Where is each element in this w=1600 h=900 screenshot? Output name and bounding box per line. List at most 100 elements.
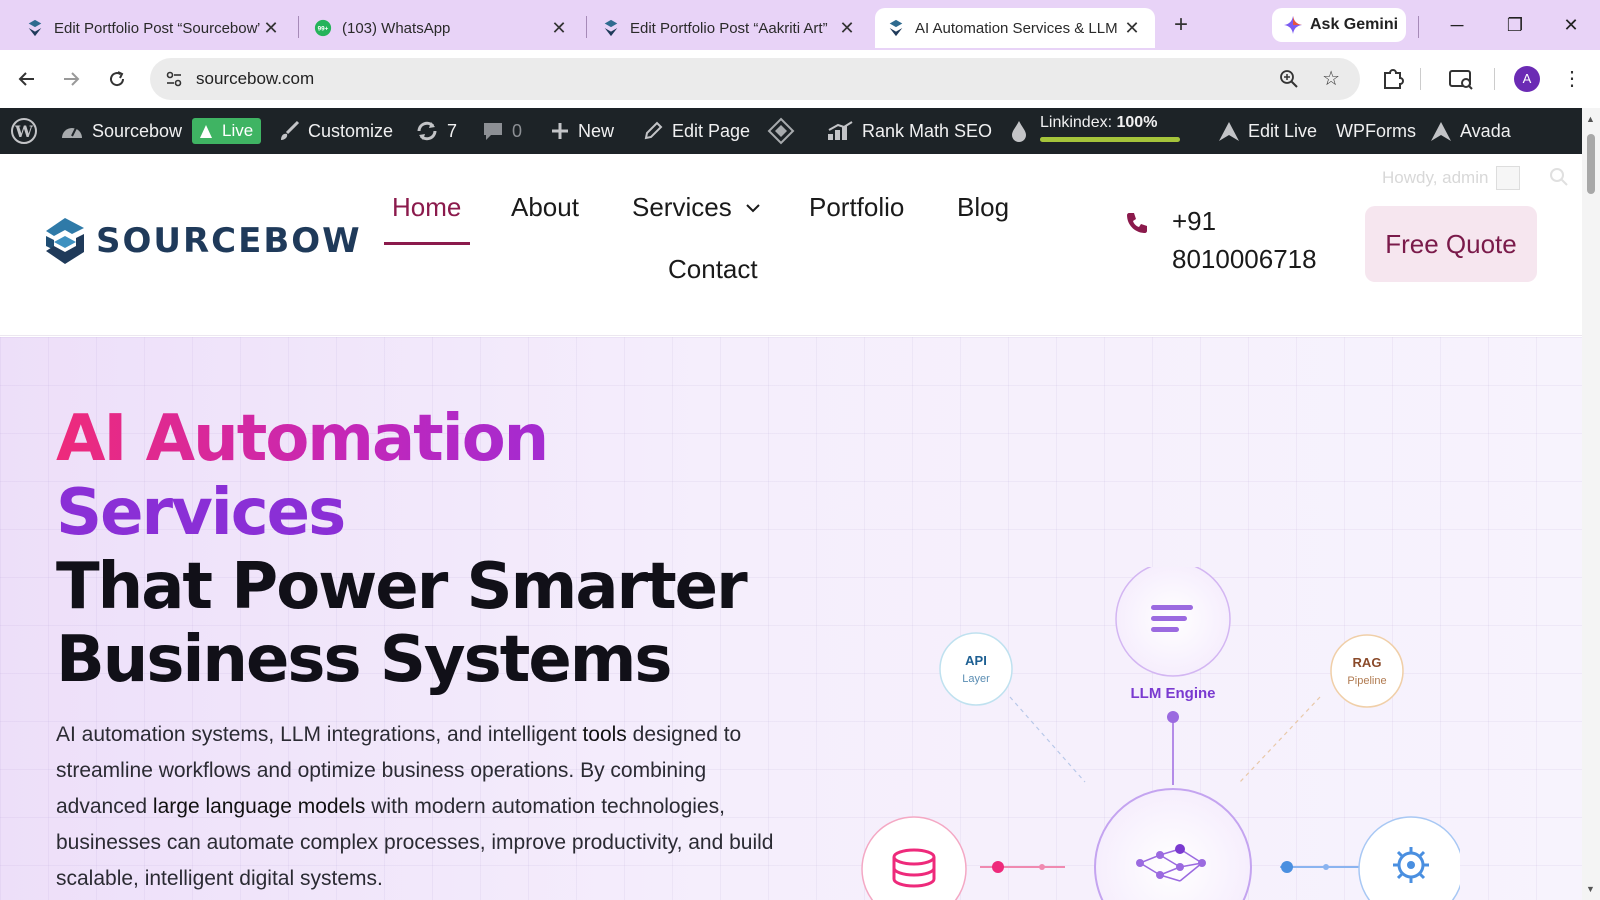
ask-gemini-button[interactable]: Ask Gemini (1272, 8, 1406, 42)
tab-close-icon[interactable]: ✕ (836, 18, 858, 39)
toolbar-separator (1494, 68, 1495, 90)
site-logo[interactable]: SOURCEBOW (42, 216, 362, 266)
tab-close-icon[interactable]: ✕ (1121, 18, 1143, 39)
site-name: Sourcebow (92, 120, 183, 141)
profile-avatar[interactable]: A (1514, 66, 1540, 92)
zoom-icon[interactable] (1278, 68, 1300, 90)
scroll-thumb[interactable] (1587, 134, 1595, 194)
browser-tab-active[interactable]: AI Automation Services & LLM ✕ (875, 8, 1155, 48)
new-content-link[interactable]: New (550, 108, 614, 154)
avada-logo-icon (1219, 122, 1239, 141)
updates-refresh-icon (417, 121, 437, 141)
live-label: Live (222, 121, 254, 140)
reload-icon (110, 71, 125, 87)
phone-number[interactable]: +91 8010006718 (1172, 202, 1332, 278)
browser-tab[interactable]: Edit Portfolio Post “Sourcebow” ✕ (14, 8, 294, 48)
header-search-icon[interactable] (1548, 166, 1570, 188)
linkindex-label: Linkindex: (1040, 114, 1113, 131)
wp-logo-button[interactable]: W (10, 108, 46, 154)
api-node-subtitle: Layer (962, 673, 990, 685)
avada-menu-link[interactable]: Avada (1430, 108, 1511, 154)
linkindex-progress-bar (1040, 137, 1180, 142)
database-node (861, 816, 967, 900)
admin-avatar (1496, 166, 1521, 190)
customize-link[interactable]: Customize (278, 108, 393, 154)
nav-services-label: Services (632, 192, 732, 222)
nav-contact[interactable]: Contact (668, 254, 758, 285)
connector-line (1009, 696, 1086, 783)
howdy-admin[interactable]: Howdy, admin (1382, 166, 1521, 190)
wpforms-link[interactable]: WPForms (1336, 108, 1416, 154)
edit-live-link[interactable]: Edit Live (1218, 108, 1317, 154)
avada-logo-icon (1431, 122, 1451, 141)
restore-button[interactable]: ❐ (1500, 10, 1530, 40)
page-scrollbar[interactable]: ▲ ▼ (1582, 108, 1600, 900)
hero-title-line-4: Business Systems (56, 623, 672, 697)
extensions-puzzle-icon[interactable] (1378, 64, 1408, 94)
browser-toolbar: sourcebow.com ☆ A ⋮ (0, 50, 1600, 108)
rank-math-chart-icon (828, 121, 853, 140)
phone-line-1: +91 (1172, 206, 1217, 236)
browser-menu-icon[interactable]: ⋮ (1562, 64, 1582, 94)
linkindex-status[interactable]: Linkindex: 100% (1040, 114, 1180, 142)
svg-text:99+: 99+ (318, 26, 329, 33)
sourcebow-logo-icon (46, 218, 84, 264)
wordpress-logo-icon: W (11, 118, 37, 144)
howdy-label: Howdy, admin (1382, 168, 1489, 187)
edit-live-label: Edit Live (1248, 120, 1318, 141)
hero-lead-paragraph: AI automation systems, LLM integrations,… (56, 717, 776, 897)
new-tab-button[interactable]: + (1167, 12, 1195, 40)
comments-link[interactable]: 0 (482, 108, 522, 154)
avada-label: Avada (1460, 120, 1511, 141)
updates-link[interactable]: 7 (415, 108, 457, 154)
nav-blog[interactable]: Blog (957, 192, 1009, 223)
address-bar[interactable]: sourcebow.com ☆ (150, 58, 1360, 100)
nav-active-underline (384, 242, 470, 245)
url-text: sourcebow.com (196, 69, 315, 88)
nav-services[interactable]: Services (632, 192, 762, 223)
back-arrow-icon (18, 72, 34, 86)
site-name-link[interactable]: Sourcebow (60, 108, 182, 154)
reload-button[interactable] (102, 64, 132, 94)
rank-math-link[interactable]: Rank Math SEO (826, 108, 992, 154)
nav-home[interactable]: Home (392, 192, 461, 223)
linkindex-droplet (1010, 108, 1036, 154)
tab-title: (103) WhatsApp (342, 19, 451, 37)
edit-page-link[interactable]: Edit Page (642, 108, 750, 154)
scroll-down-arrow-icon[interactable]: ▼ (1586, 884, 1595, 894)
edit-page-label: Edit Page (672, 120, 751, 141)
browser-tab[interactable]: Edit Portfolio Post “Aakriti Art” ✕ (590, 8, 870, 48)
tab-search-icon[interactable] (1446, 64, 1476, 94)
minimize-button[interactable]: ─ (1442, 10, 1472, 40)
site-info-icon (166, 71, 182, 87)
back-button[interactable] (12, 64, 42, 94)
svg-text:W: W (14, 122, 34, 141)
browser-tab[interactable]: 99+ (103) WhatsApp ✕ (302, 8, 582, 48)
live-badge-button[interactable]: Live (192, 108, 262, 154)
nav-portfolio[interactable]: Portfolio (809, 192, 904, 223)
nav-about[interactable]: About (511, 192, 579, 223)
pencil-icon (644, 121, 663, 140)
toolbar-separator (1420, 68, 1421, 90)
comment-bubble-icon (484, 123, 502, 140)
free-quote-button[interactable]: Free Quote (1365, 206, 1537, 282)
chevron-down-icon (745, 203, 760, 212)
phone-icon (1127, 213, 1147, 233)
bookmark-star-icon[interactable]: ☆ (1322, 66, 1340, 91)
connector-dot (992, 861, 1004, 873)
forward-button[interactable] (56, 64, 86, 94)
tab-title: Edit Portfolio Post “Sourcebow” (54, 19, 260, 37)
api-node-title: API (965, 653, 987, 668)
tab-close-icon[interactable]: ✕ (548, 18, 570, 39)
customize-label: Customize (308, 120, 394, 141)
hero-title-line-2: Services (56, 476, 346, 550)
phone-line-2: 8010006718 (1172, 244, 1317, 274)
live-badge: Live (192, 118, 262, 144)
tab-close-icon[interactable]: ✕ (260, 18, 282, 39)
close-window-button[interactable]: ✕ (1556, 10, 1586, 40)
llm-engine-label: LLM Engine (1131, 685, 1216, 702)
fusion-builder-link[interactable] (767, 108, 803, 154)
lead-link-tools[interactable]: tools (582, 723, 626, 746)
lead-link-llm[interactable]: large language models (153, 795, 365, 818)
scroll-up-arrow-icon[interactable]: ▲ (1586, 114, 1595, 124)
